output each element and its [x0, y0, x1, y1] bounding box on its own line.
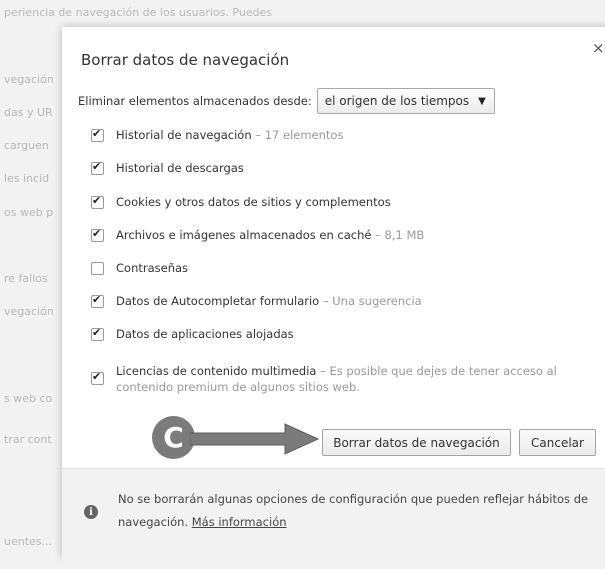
option-media-licenses[interactable]: Licencias de contenido multimedia – Es p… — [91, 364, 576, 395]
background-text: carguen — [4, 139, 49, 152]
close-icon[interactable]: × — [592, 39, 605, 57]
background-text: vegación — [4, 305, 54, 318]
dialog-footer: i No se borrarán algunas opciones de con… — [62, 468, 605, 569]
background-text: re fallos — [4, 272, 48, 285]
info-icon: i — [84, 505, 98, 519]
background-text: trar cont — [4, 433, 52, 446]
time-range-value: el origen de los tiempos — [324, 94, 470, 108]
more-info-link[interactable]: Más información — [192, 515, 287, 529]
checkbox[interactable] — [91, 227, 104, 242]
checkbox[interactable] — [91, 293, 104, 308]
checkbox[interactable] — [91, 262, 104, 275]
callout-arrow-icon — [190, 423, 320, 455]
time-range-label: Eliminar elementos almacenados desde: — [78, 94, 312, 108]
step-callout-badge: C — [152, 416, 195, 459]
option-cookies[interactable]: Cookies y otros datos de sitios y comple… — [91, 194, 391, 209]
option-download-history[interactable]: Historial de descargas — [91, 160, 244, 175]
background-text: uentes... — [4, 535, 53, 548]
background-text: vegación — [4, 73, 54, 86]
clear-browsing-data-dialog: × Borrar datos de navegación Eliminar el… — [62, 27, 605, 569]
time-range-select[interactable]: el origen de los tiempos ▼ — [316, 88, 495, 114]
background-text: das y UR — [4, 106, 53, 119]
dialog-title: Borrar datos de navegación — [81, 51, 290, 69]
footer-note: No se borrarán algunas opciones de confi… — [118, 492, 589, 529]
checkbox[interactable] — [91, 160, 104, 175]
option-autofill[interactable]: Datos de Autocompletar formulario – Una … — [91, 293, 422, 308]
option-hosted-apps[interactable]: Datos de aplicaciones alojadas — [91, 326, 294, 341]
background-text: les incid — [4, 172, 50, 185]
time-range-row: Eliminar elementos almacenados desde: el… — [78, 88, 495, 114]
clear-data-button[interactable]: Borrar datos de navegación — [322, 429, 511, 456]
checkbox[interactable] — [91, 194, 104, 209]
background-text: os web p — [4, 206, 54, 219]
dropdown-arrow-icon: ▼ — [478, 95, 486, 107]
background-text: s web co — [4, 392, 53, 405]
background-text: periencia de navegación de los usuarios.… — [4, 6, 273, 19]
option-browsing-history[interactable]: Historial de navegación – 17 elementos — [91, 127, 343, 142]
checkbox[interactable] — [91, 370, 104, 385]
checkbox[interactable] — [91, 326, 104, 341]
option-cache[interactable]: Archivos e imágenes almacenados en caché… — [91, 227, 424, 242]
cancel-button[interactable]: Cancelar — [519, 429, 596, 456]
option-passwords[interactable]: Contraseñas — [91, 261, 188, 275]
checkbox[interactable] — [91, 127, 104, 142]
